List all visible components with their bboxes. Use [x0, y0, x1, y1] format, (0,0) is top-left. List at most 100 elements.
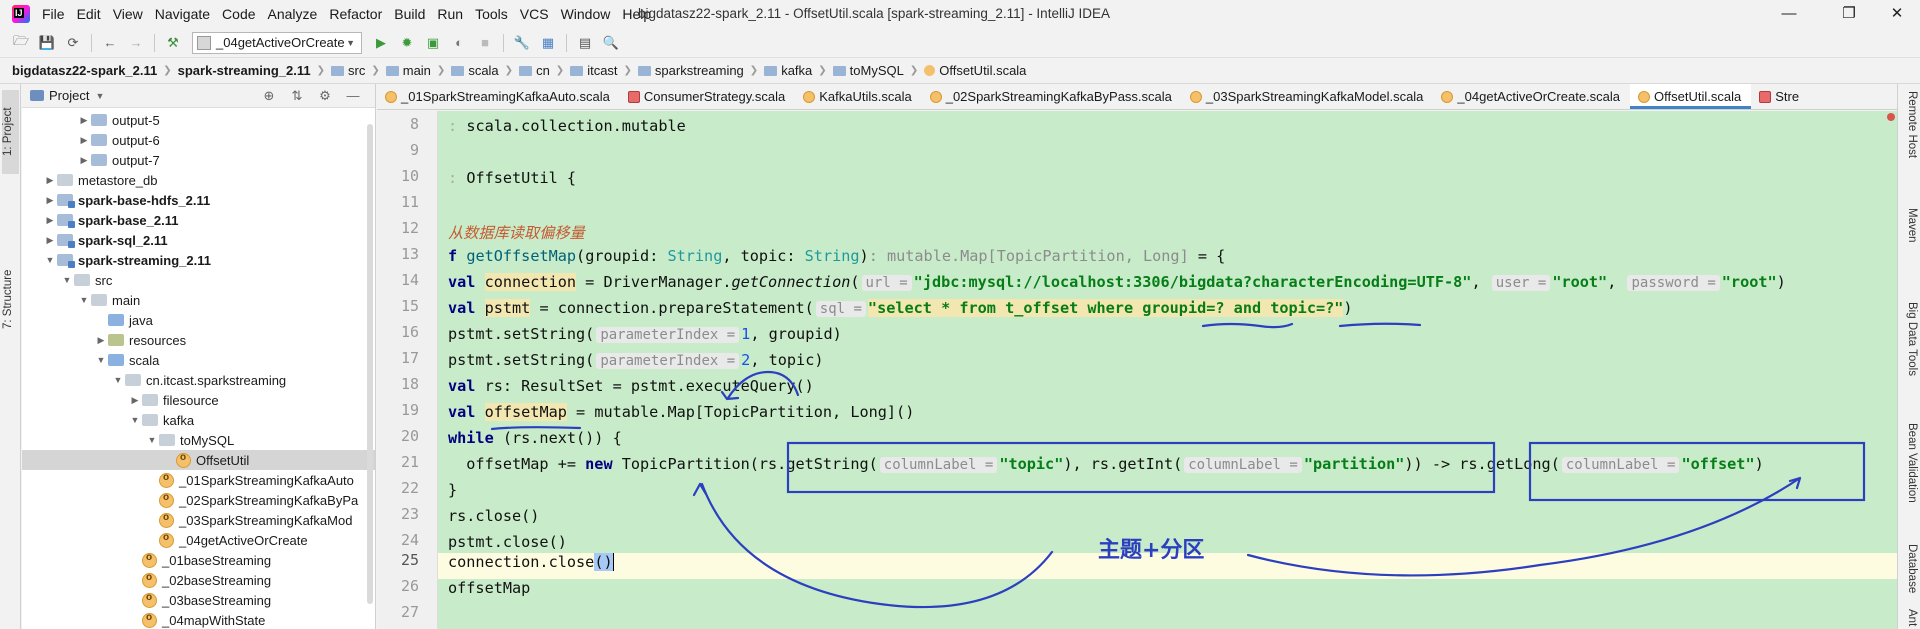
- breadcrumb-kafka[interactable]: kafka: [764, 63, 812, 78]
- editor-tab[interactable]: Stre: [1751, 84, 1809, 109]
- project-scrollbar[interactable]: [367, 124, 373, 604]
- breadcrumb-file[interactable]: OffsetUtil.scala: [924, 63, 1026, 78]
- tree-item[interactable]: _03baseStreaming: [22, 590, 375, 610]
- chevron-right-icon[interactable]: ▶: [128, 395, 142, 406]
- collapse-all-icon[interactable]: ⇅: [289, 88, 305, 104]
- coverage-icon[interactable]: ▣: [422, 32, 444, 54]
- maven-tab[interactable]: Maven: [1901, 200, 1918, 250]
- chevron-right-icon[interactable]: ▶: [94, 335, 108, 346]
- sync-icon[interactable]: ⟳: [62, 32, 84, 54]
- menu-tools[interactable]: Tools: [469, 0, 514, 28]
- stop-icon[interactable]: ■: [474, 32, 496, 54]
- chevron-right-icon[interactable]: ▶: [77, 135, 91, 146]
- menu-vcs[interactable]: VCS: [514, 0, 555, 28]
- editor-tab[interactable]: _04getActiveOrCreate.scala: [1433, 84, 1630, 109]
- save-all-icon[interactable]: 💾: [36, 32, 58, 54]
- tree-item[interactable]: ▶ output-6: [22, 130, 375, 150]
- tree-item[interactable]: ▶ spark-base-hdfs_2.11: [22, 190, 375, 210]
- menu-window[interactable]: Window: [555, 0, 617, 28]
- chevron-right-icon[interactable]: ▶: [43, 175, 57, 186]
- tree-item[interactable]: ▶ spark-sql_2.11: [22, 230, 375, 250]
- search-icon[interactable]: 🔍: [600, 32, 622, 54]
- chevron-down-icon[interactable]: ▼: [77, 295, 91, 305]
- project-structure-icon[interactable]: ▦: [537, 32, 559, 54]
- structure-tool-tab[interactable]: 7: Structure: [2, 254, 19, 344]
- breadcrumb-sparkstreaming[interactable]: sparkstreaming: [637, 63, 744, 78]
- chevron-down-icon[interactable]: ▼: [145, 435, 159, 445]
- back-arrow-icon[interactable]: ←: [99, 32, 121, 54]
- locate-file-icon[interactable]: ⊕: [261, 88, 277, 104]
- tree-item[interactable]: _01SparkStreamingKafkaAuto: [22, 470, 375, 490]
- bean-validation-tab[interactable]: Bean Validation: [1901, 408, 1918, 518]
- close-icon[interactable]: ✕: [1874, 0, 1920, 28]
- tree-item[interactable]: java: [22, 310, 375, 330]
- ant-tab[interactable]: Ant: [1901, 608, 1918, 628]
- build-hammer-icon[interactable]: ⚒: [162, 32, 184, 54]
- chevron-right-icon[interactable]: ▶: [43, 235, 57, 246]
- editor-tab[interactable]: _01SparkStreamingKafkaAuto.scala: [377, 84, 620, 109]
- tree-item[interactable]: ▶ resources: [22, 330, 375, 350]
- breadcrumb-tomysql[interactable]: toMySQL: [832, 63, 904, 78]
- menu-file[interactable]: File: [36, 0, 71, 28]
- editor-tab[interactable]: _02SparkStreamingKafkaByPass.scala: [922, 84, 1182, 109]
- run-icon[interactable]: ▶: [370, 32, 392, 54]
- chevron-down-icon[interactable]: ▼: [128, 415, 142, 425]
- menu-analyze[interactable]: Analyze: [262, 0, 324, 28]
- menu-view[interactable]: View: [107, 0, 149, 28]
- error-marker[interactable]: [1887, 113, 1895, 121]
- tree-item[interactable]: ▼ kafka: [22, 410, 375, 430]
- editor-tab[interactable]: ConsumerStrategy.scala: [620, 84, 795, 109]
- tree-item[interactable]: _04mapWithState: [22, 610, 375, 629]
- menu-code[interactable]: Code: [216, 0, 261, 28]
- chevron-down-icon[interactable]: ▼: [60, 275, 74, 285]
- settings-wrench-icon[interactable]: 🔧: [511, 32, 533, 54]
- tree-item[interactable]: ▶ output-5: [22, 110, 375, 130]
- big-data-tools-tab[interactable]: Big Data Tools: [1901, 290, 1918, 388]
- terminal-icon[interactable]: ▤: [574, 32, 596, 54]
- chevron-down-icon[interactable]: ▼: [95, 91, 104, 101]
- tree-item[interactable]: ▶ metastore_db: [22, 170, 375, 190]
- database-tab[interactable]: Database: [1901, 534, 1918, 604]
- editor-tab[interactable]: KafkaUtils.scala: [795, 84, 921, 109]
- breadcrumb-module[interactable]: spark-streaming_2.11: [178, 63, 311, 78]
- tree-item[interactable]: ▼ cn.itcast.sparkstreaming: [22, 370, 375, 390]
- tree-item[interactable]: ▶ spark-base_2.11: [22, 210, 375, 230]
- forward-arrow-icon[interactable]: →: [125, 32, 147, 54]
- tree-item[interactable]: _02baseStreaming: [22, 570, 375, 590]
- tree-item[interactable]: ▼ scala: [22, 350, 375, 370]
- editor-tab[interactable]: _03SparkStreamingKafkaModel.scala: [1182, 84, 1434, 109]
- open-folder-icon[interactable]: 🗁: [10, 32, 32, 54]
- menu-refactor[interactable]: Refactor: [323, 0, 388, 28]
- editor-tab[interactable]: OffsetUtil.scala: [1630, 84, 1752, 109]
- tree-item[interactable]: ▼ toMySQL: [22, 430, 375, 450]
- project-panel-title[interactable]: Project: [49, 88, 89, 103]
- chevron-down-icon[interactable]: ▼: [111, 375, 125, 385]
- breadcrumb-main[interactable]: main: [385, 63, 431, 78]
- project-tool-tab[interactable]: 1: Project: [2, 90, 19, 174]
- hide-panel-icon[interactable]: —: [345, 88, 361, 104]
- profile-icon[interactable]: ◐: [448, 32, 470, 54]
- tree-item[interactable]: OffsetUtil: [22, 450, 375, 470]
- tree-item[interactable]: _04getActiveOrCreate: [22, 530, 375, 550]
- chevron-right-icon[interactable]: ▶: [77, 155, 91, 166]
- breadcrumb-scala[interactable]: scala: [451, 63, 499, 78]
- chevron-right-icon[interactable]: ▶: [77, 115, 91, 126]
- debug-icon[interactable]: ✹: [396, 32, 418, 54]
- chevron-right-icon[interactable]: ▶: [43, 215, 57, 226]
- chevron-right-icon[interactable]: ▶: [43, 195, 57, 206]
- remote-host-tab[interactable]: Remote Host: [1901, 90, 1918, 160]
- tree-item[interactable]: ▶ filesource: [22, 390, 375, 410]
- tree-item[interactable]: ▶ output-7: [22, 150, 375, 170]
- breadcrumb-src[interactable]: src: [331, 63, 365, 78]
- chevron-down-icon[interactable]: ▼: [94, 355, 108, 365]
- breadcrumb-project[interactable]: bigdatasz22-spark_2.11: [12, 63, 157, 78]
- tree-item[interactable]: ▼ main: [22, 290, 375, 310]
- menu-navigate[interactable]: Navigate: [149, 0, 216, 28]
- tree-item[interactable]: ▼ spark-streaming_2.11: [22, 250, 375, 270]
- breadcrumb-cn[interactable]: cn: [519, 63, 550, 78]
- restore-icon[interactable]: ❐: [1826, 0, 1872, 28]
- chevron-down-icon[interactable]: ▼: [43, 255, 57, 265]
- breadcrumb-itcast[interactable]: itcast: [570, 63, 618, 78]
- tree-item[interactable]: _02SparkStreamingKafkaByPa: [22, 490, 375, 510]
- gear-icon[interactable]: ⚙: [317, 88, 333, 104]
